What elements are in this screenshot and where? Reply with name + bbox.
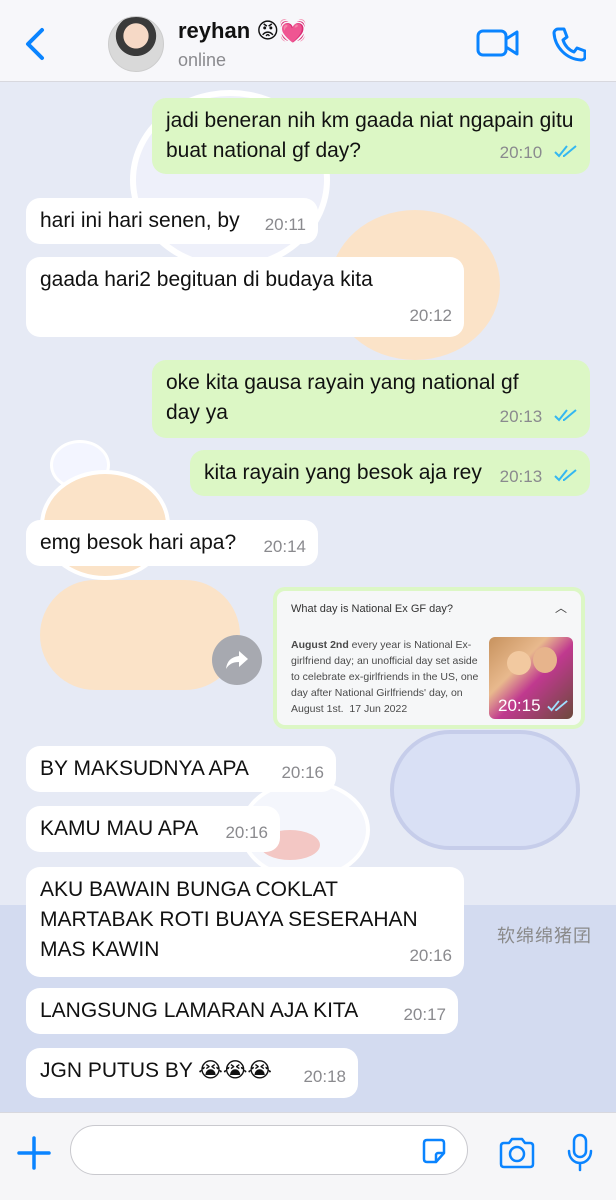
message-time: 20:17 <box>403 1005 446 1024</box>
link-preview-date: 17 Jun 2022 <box>349 703 408 715</box>
message-time: 20:16 <box>225 823 268 842</box>
phone-icon[interactable] <box>552 26 587 67</box>
message-bubble-outgoing[interactable]: oke kita gausa rayain yang national gf d… <box>152 360 590 438</box>
message-bubble-incoming[interactable]: emg besok hari apa? 20:14 <box>26 520 318 566</box>
message-bubble-incoming[interactable]: LANGSUNG LAMARAN AJA KITA 20:17 <box>26 988 458 1034</box>
message-time: 20:14 <box>263 537 306 556</box>
chevron-up-icon: ︿ <box>554 601 567 615</box>
link-preview-image: 20:15 <box>489 637 573 719</box>
video-call-icon[interactable] <box>476 26 520 65</box>
link-preview-text: August 2nd every year is National Ex-gir… <box>291 637 479 717</box>
message-bubble-incoming[interactable]: KAMU MAU APA 20:16 <box>26 806 280 852</box>
message-bubble-link-preview[interactable]: What day is National Ex GF day? ︿ August… <box>273 587 585 729</box>
message-time: 20:11 <box>264 215 306 234</box>
message-text: hari ini hari senen, by <box>40 209 240 232</box>
message-bubble-incoming[interactable]: BY MAKSUDNYA APA 20:16 <box>26 746 336 792</box>
avatar[interactable] <box>108 16 164 72</box>
message-time: 20:10 <box>499 143 543 162</box>
message-bubble-outgoing[interactable]: jadi beneran nih km gaada niat ngapain g… <box>152 98 590 174</box>
link-preview-bold: August 2nd <box>291 639 349 651</box>
forward-icon[interactable] <box>212 635 262 685</box>
read-ticks-icon <box>554 401 578 431</box>
message-text: BY MAKSUDNYA APA <box>40 757 249 780</box>
message-bubble-incoming[interactable]: AKU BAWAIN BUNGA COKLAT MARTABAK ROTI BU… <box>26 867 464 977</box>
read-ticks-icon <box>547 697 569 717</box>
chat-header: reyhan 😡💓 online <box>0 0 616 82</box>
message-time: 20:15 <box>498 696 541 716</box>
message-text: LANGSUNG LAMARAN AJA KITA <box>40 999 359 1022</box>
message-text: gaada hari2 begituan di budaya kita <box>40 268 373 291</box>
mic-icon[interactable] <box>566 1133 594 1178</box>
camera-icon[interactable] <box>498 1137 536 1174</box>
read-ticks-icon <box>554 461 578 491</box>
plus-icon[interactable] <box>16 1135 52 1176</box>
message-text: JGN PUTUS BY 😭😭😭 <box>40 1059 272 1082</box>
back-chevron-icon[interactable] <box>20 24 50 64</box>
message-time: 20:13 <box>499 407 543 426</box>
sticker-icon[interactable] <box>420 1137 448 1170</box>
contact-name[interactable]: reyhan 😡💓 <box>178 18 307 44</box>
message-text: AKU BAWAIN BUNGA COKLAT MARTABAK ROTI BU… <box>40 878 418 961</box>
message-composer <box>0 1112 616 1200</box>
message-time: 20:12 <box>409 306 452 325</box>
message-bubble-incoming[interactable]: JGN PUTUS BY 😭😭😭 20:18 <box>26 1048 358 1098</box>
link-preview-card[interactable]: What day is National Ex GF day? ︿ August… <box>277 591 581 725</box>
message-time: 20:16 <box>281 763 324 782</box>
message-time: 20:18 <box>303 1067 346 1086</box>
message-text: kita rayain yang besok aja rey <box>204 461 482 484</box>
message-input[interactable] <box>70 1125 468 1175</box>
message-text: KAMU MAU APA <box>40 817 199 840</box>
message-time: 20:13 <box>499 467 543 486</box>
chat-messages: jadi beneran nih km gaada niat ngapain g… <box>0 82 616 1112</box>
read-ticks-icon <box>554 137 578 167</box>
contact-status: online <box>178 50 227 70</box>
message-bubble-outgoing[interactable]: kita rayain yang besok aja rey 20:13 <box>190 450 590 496</box>
message-bubble-incoming[interactable]: hari ini hari senen, by 20:11 <box>26 198 318 244</box>
message-time: 20:16 <box>409 946 452 965</box>
message-text: emg besok hari apa? <box>40 531 237 554</box>
link-preview-question: What day is National Ex GF day? <box>291 603 454 615</box>
message-bubble-incoming[interactable]: gaada hari2 begituan di budaya kita 20:1… <box>26 257 464 337</box>
